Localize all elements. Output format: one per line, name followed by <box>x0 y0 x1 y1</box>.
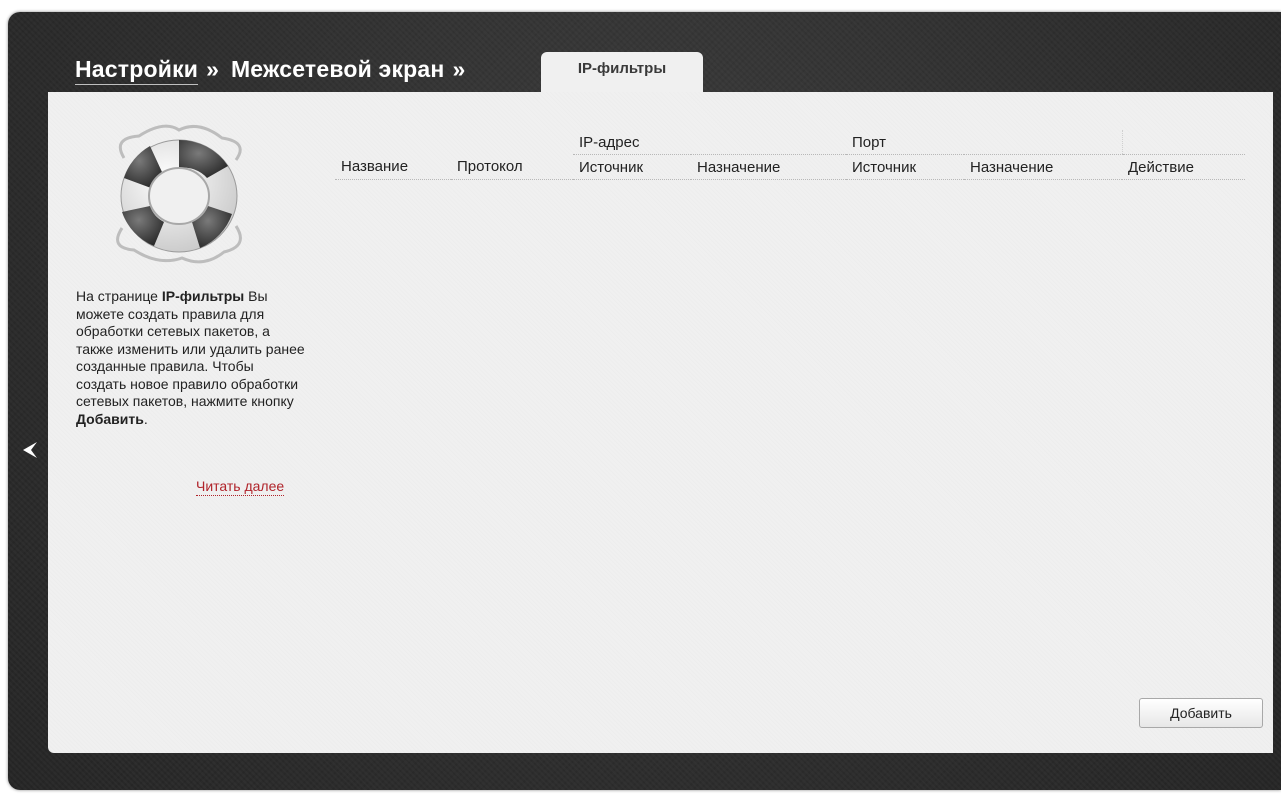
lifebuoy-icon <box>116 124 242 264</box>
help-prefix: На странице <box>76 288 162 304</box>
table-header-row: Название Протокол Источник Назначение Ис… <box>335 154 1245 180</box>
column-header-protocol: Протокол <box>451 154 573 180</box>
read-more-link[interactable]: Читать далее <box>196 478 285 496</box>
breadcrumb-separator: » <box>206 56 219 82</box>
add-button[interactable]: Добавить <box>1139 698 1263 728</box>
tab-ip-filters[interactable]: IP-фильтры <box>541 52 703 94</box>
help-body: Вы можете создать правила для обработки … <box>76 288 305 409</box>
column-header-name: Название <box>335 154 451 180</box>
table-group-ip-address: IP-адрес <box>573 130 846 155</box>
help-text: На странице IP-фильтры Вы можете создать… <box>76 288 306 428</box>
column-header-ip-source: Источник <box>573 154 691 180</box>
help-page-name: IP-фильтры <box>161 288 245 304</box>
table-group-port: Порт <box>846 130 1122 155</box>
breadcrumb-separator: » <box>452 56 466 82</box>
chevron-left-icon[interactable] <box>22 440 38 460</box>
help-button-name: Добавить <box>76 410 144 427</box>
breadcrumb-settings-link[interactable]: Настройки <box>75 56 199 85</box>
column-header-ip-destination: Назначение <box>691 154 846 180</box>
breadcrumb-firewall-link[interactable]: Межсетевой экран <box>231 56 445 83</box>
table-group-empty-action <box>1121 130 1245 155</box>
column-header-port-destination: Назначение <box>964 154 1122 180</box>
column-header-action: Действие <box>1122 154 1245 180</box>
breadcrumb: Настройки » Межсетевой экран » <box>75 56 477 90</box>
table-group-header-row: IP-адрес Порт <box>335 130 1245 155</box>
column-header-port-source: Источник <box>846 154 964 180</box>
table-group-empty <box>335 130 573 155</box>
ip-filters-table: IP-адрес Порт Название Протокол Источник… <box>335 130 1245 180</box>
help-suffix: . <box>143 410 148 427</box>
